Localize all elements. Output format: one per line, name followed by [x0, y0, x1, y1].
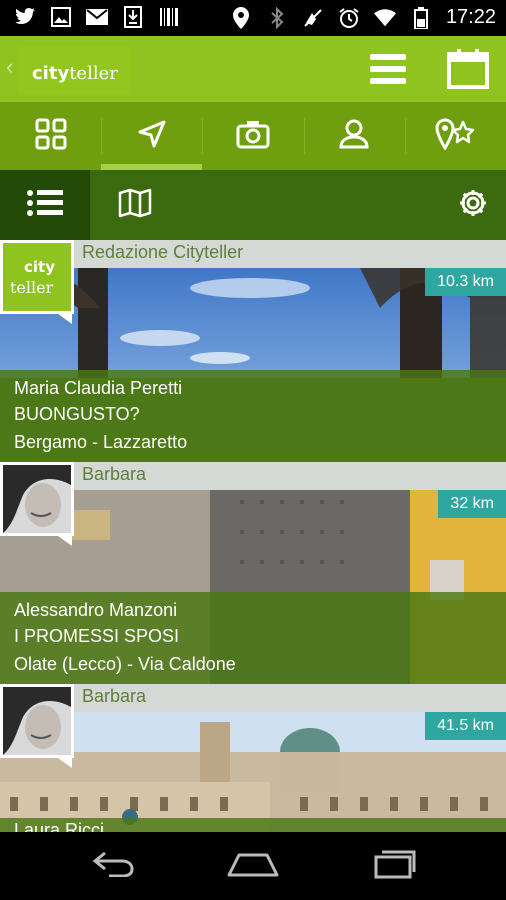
distance-badge: 41.5 km	[425, 712, 506, 740]
battery-icon	[410, 6, 432, 29]
location-icon	[230, 6, 252, 29]
story-card[interactable]: Redazione Cityteller 10.3 km Maria Claud…	[0, 240, 506, 462]
image-icon	[50, 6, 72, 28]
main-tabs	[0, 102, 506, 170]
navigation-arrow-icon	[137, 119, 167, 154]
back-icon	[91, 851, 137, 882]
author-name[interactable]: Barbara	[82, 464, 146, 485]
author-name[interactable]: Redazione Cityteller	[82, 242, 243, 263]
status-bar: 17:22	[0, 0, 506, 36]
map-view-button[interactable]	[92, 170, 178, 240]
tab-favorites[interactable]	[404, 102, 506, 170]
cityteller-logo[interactable]: city teller	[18, 46, 130, 94]
menu-icon[interactable]	[368, 50, 408, 88]
author-name[interactable]: Barbara	[82, 686, 146, 707]
story-location: Bergamo - Lazzaretto	[14, 432, 188, 452]
back-chevron-icon[interactable]: ‹	[6, 54, 13, 80]
system-nav-bar	[0, 832, 506, 900]
mail-icon	[86, 6, 108, 28]
list-icon	[27, 189, 63, 222]
story-card[interactable]: Barbara 41.5 km Laura Ricci	[0, 684, 506, 832]
tab-camera[interactable]	[202, 102, 303, 170]
bluetooth-icon	[266, 6, 288, 29]
camera-icon	[236, 119, 270, 154]
home-icon	[225, 851, 281, 882]
app-bar: ‹ city teller	[0, 36, 506, 102]
settings-button[interactable]	[454, 186, 492, 224]
distance-badge: 32 km	[438, 490, 506, 518]
download-icon	[122, 6, 144, 28]
list-view-button[interactable]	[0, 170, 90, 240]
story-title: I PROMESSI SPOSI	[14, 626, 180, 646]
tab-grid[interactable]	[0, 102, 101, 170]
view-toolbar	[0, 170, 506, 240]
avatar[interactable]: city teller	[0, 240, 76, 324]
story-title: BUONGUSTO?	[14, 404, 140, 424]
mute-icon	[302, 7, 324, 29]
story-author: Maria Claudia Peretti	[14, 378, 183, 398]
tab-profile[interactable]	[303, 102, 405, 170]
grid-icon	[35, 118, 67, 155]
story-author: Alessandro Manzoni	[14, 600, 178, 620]
distance-badge: 10.3 km	[425, 268, 506, 296]
recents-icon	[372, 849, 416, 884]
avatar[interactable]	[0, 684, 76, 768]
story-location: Olate (Lecco) - Via Caldone	[14, 654, 236, 674]
home-button[interactable]	[223, 846, 283, 886]
twitter-icon	[14, 6, 36, 28]
barcode-icon	[158, 6, 180, 28]
story-card[interactable]: Barbara 32 km Alessandro Manzoni I PROME…	[0, 462, 506, 684]
calendar-icon[interactable]	[446, 48, 490, 90]
location-star-icon	[435, 117, 475, 155]
clock: 17:22	[445, 6, 496, 28]
wifi-icon	[373, 7, 396, 29]
user-icon	[339, 119, 369, 154]
story-author: Laura Ricci	[14, 820, 105, 832]
tab-navigate[interactable]	[101, 102, 203, 170]
avatar[interactable]	[0, 462, 76, 546]
recents-button[interactable]	[364, 846, 424, 886]
gear-icon	[458, 188, 488, 223]
alarm-icon	[338, 7, 360, 29]
back-button[interactable]	[84, 846, 144, 886]
map-icon	[118, 188, 152, 223]
